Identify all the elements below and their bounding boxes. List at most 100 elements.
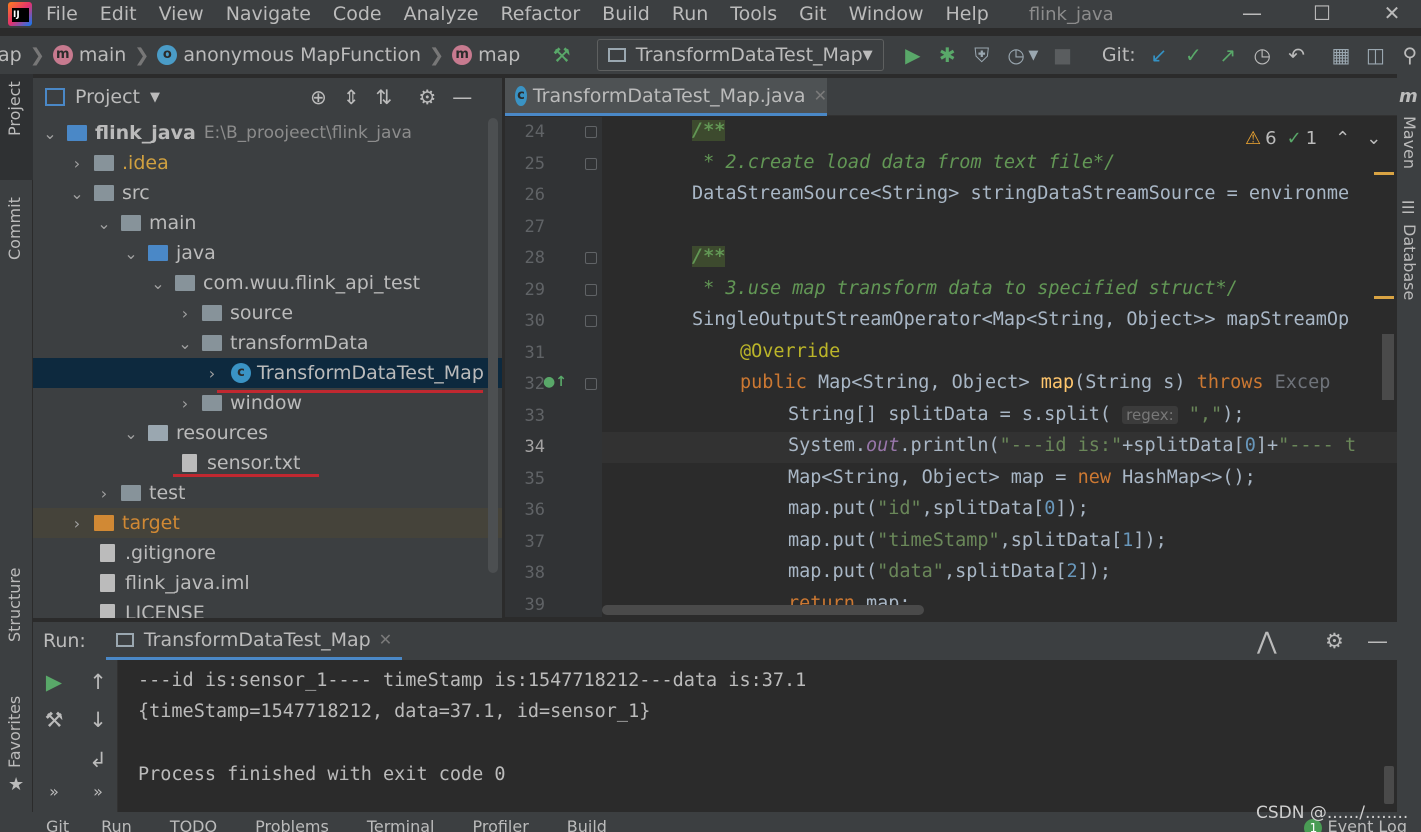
run-configuration-select[interactable]: TransformDataTest_Map ▼ [596,39,884,71]
error-stripe-marker[interactable] [1374,296,1394,299]
tree-item-window[interactable]: › window [33,388,502,418]
scroll-down-icon[interactable]: ↓ [83,708,113,732]
tree-item-idea[interactable]: › .idea [33,148,502,178]
tree-item-iml[interactable]: flink_java.iml [33,568,502,598]
git-history-icon[interactable]: ◷ [1251,43,1273,67]
locate-file-icon[interactable]: ⊕ [310,85,327,109]
fold-marker-icon[interactable] [585,158,597,170]
git-update-icon[interactable]: ↙ [1148,43,1170,67]
error-stripe-marker[interactable] [1374,172,1394,175]
fold-marker-icon[interactable] [585,126,597,138]
profile-icon[interactable]: ◷ [1005,43,1027,67]
run-console[interactable]: ---id is:sensor_1---- timeStamp is:15477… [118,660,1397,812]
menu-file[interactable]: File [46,3,78,25]
hide-panel-icon[interactable]: — [1367,629,1388,653]
tree-item-package[interactable]: ⌄ com.wuu.flink_api_test [33,268,502,298]
menu-run[interactable]: Run [672,3,708,25]
menu-view[interactable]: View [159,3,204,25]
project-scrollbar[interactable] [488,118,498,573]
debug-icon[interactable]: ✱ [936,43,958,67]
tree-item-java[interactable]: ⌄ java [33,238,502,268]
collapse-all-icon[interactable]: ⇅ [376,85,393,109]
scroll-up-icon[interactable]: ↑ [83,670,113,694]
chevron-down-icon[interactable]: ⌄ [1366,128,1381,149]
minimize-icon[interactable]: — [1228,0,1276,28]
menu-window[interactable]: Window [849,3,924,25]
more-run-chevron-icon[interactable]: ▼ [1027,48,1039,63]
git-commit-icon[interactable]: ✓ [1182,43,1204,67]
implements-method-icon[interactable]: ●↑ [543,374,567,390]
tree-item-target[interactable]: › target [33,508,502,538]
tool-tab-favorites[interactable]: Favorites [5,696,24,768]
tool-tab-database[interactable]: Database [1400,224,1419,300]
breadcrumb-project[interactable]: ap [0,44,22,66]
coverage-icon[interactable]: ⛨ [970,43,992,67]
build-hammer-icon[interactable]: ⚒ [550,43,572,67]
gear-icon[interactable]: ⚙ [418,85,436,109]
project-structure-icon[interactable]: ▦ [1330,43,1352,67]
git-rollback-icon[interactable]: ↶ [1285,43,1307,67]
status-item-git[interactable]: Git [46,817,69,832]
more-actions-icon[interactable]: » [83,782,113,801]
close-tab-icon[interactable]: ✕ [814,86,827,105]
status-item-profiler[interactable]: Profiler [472,817,528,832]
fold-marker-icon[interactable] [585,378,597,390]
close-window-icon[interactable]: ✕ [1368,0,1416,28]
soft-wrap-icon[interactable]: ↲ [83,748,113,772]
menu-code[interactable]: Code [333,3,382,25]
tree-item-resources[interactable]: ⌄ resources [33,418,502,448]
status-item-problems[interactable]: Problems [255,817,329,832]
tree-item-main[interactable]: ⌄ main [33,208,502,238]
git-push-icon[interactable]: ↗ [1217,43,1239,67]
search-everywhere-icon[interactable]: ⚲ [1399,43,1421,67]
tree-item-gitignore[interactable]: .gitignore [33,538,502,568]
menu-build[interactable]: Build [602,3,650,25]
menu-git[interactable]: Git [799,3,826,25]
fold-marker-icon[interactable] [585,315,597,327]
chevron-up-icon[interactable]: ⌃ [1335,128,1350,149]
chevron-down-icon[interactable]: ▼ [150,90,160,105]
inspection-widget[interactable]: ⚠ 6 ✓ 1 ⌃ ⌄ [1245,128,1381,149]
tool-tab-commit[interactable]: Commit [5,197,24,260]
tree-item-source[interactable]: › source [33,298,502,328]
tree-item-license[interactable]: LICENSE [33,598,502,618]
maximize-icon[interactable]: ☐ [1298,0,1346,28]
presentation-icon[interactable]: ◫ [1364,43,1386,67]
status-item-todo[interactable]: TODO [170,817,217,832]
project-view-label[interactable]: Project [75,86,140,108]
editor-tab-transformdatatest-map[interactable]: c TransformDataTest_Map.java ✕ [505,78,827,116]
tool-tab-structure[interactable]: Structure [5,568,24,642]
status-item-terminal[interactable]: Terminal [367,817,435,832]
run-icon[interactable]: ▶ [902,43,924,67]
stop-icon[interactable]: ■ [1051,43,1073,67]
menu-tools[interactable]: Tools [730,3,777,25]
menu-navigate[interactable]: Navigate [226,3,311,25]
status-item-build[interactable]: Build [567,817,607,832]
run-tab-transformdatatest-map[interactable]: TransformDataTest_Map ✕ [105,622,403,660]
close-tab-icon[interactable]: ✕ [379,630,392,649]
menu-analyze[interactable]: Analyze [404,3,479,25]
rerun-icon[interactable]: ▶ [39,670,69,694]
menu-help[interactable]: Help [945,3,988,25]
fold-marker-icon[interactable] [585,252,597,264]
hide-panel-icon[interactable]: — [452,85,472,109]
tree-item-transformdatatest-map[interactable]: › c TransformDataTest_Map [33,358,502,388]
tree-item-test[interactable]: › test [33,478,502,508]
status-item-run[interactable]: Run [101,817,132,832]
menu-refactor[interactable]: Refactor [500,3,580,25]
more-actions-icon[interactable]: » [39,782,69,801]
menu-edit[interactable]: Edit [100,3,137,25]
console-scrollbar[interactable] [1384,766,1394,804]
expand-all-icon[interactable]: ⇕ [343,85,360,109]
editor-horizontal-scrollbar[interactable] [602,605,924,615]
breadcrumb-main[interactable]: m main [52,44,126,66]
tool-tab-project[interactable]: Project [5,81,24,136]
wrench-icon[interactable]: ⚒ [39,708,69,732]
breadcrumb-method[interactable]: m map [452,44,520,66]
tree-item-src[interactable]: ⌄ src [33,178,502,208]
breadcrumb-class[interactable]: o anonymous MapFunction [157,44,421,66]
editor-vertical-scrollbar[interactable] [1382,334,1394,400]
fold-marker-icon[interactable] [585,284,597,296]
tree-item-root[interactable]: ⌄ flink_java E:\B_proojeect\flink_java [33,118,502,148]
gear-icon[interactable]: ⚙ [1325,629,1344,653]
